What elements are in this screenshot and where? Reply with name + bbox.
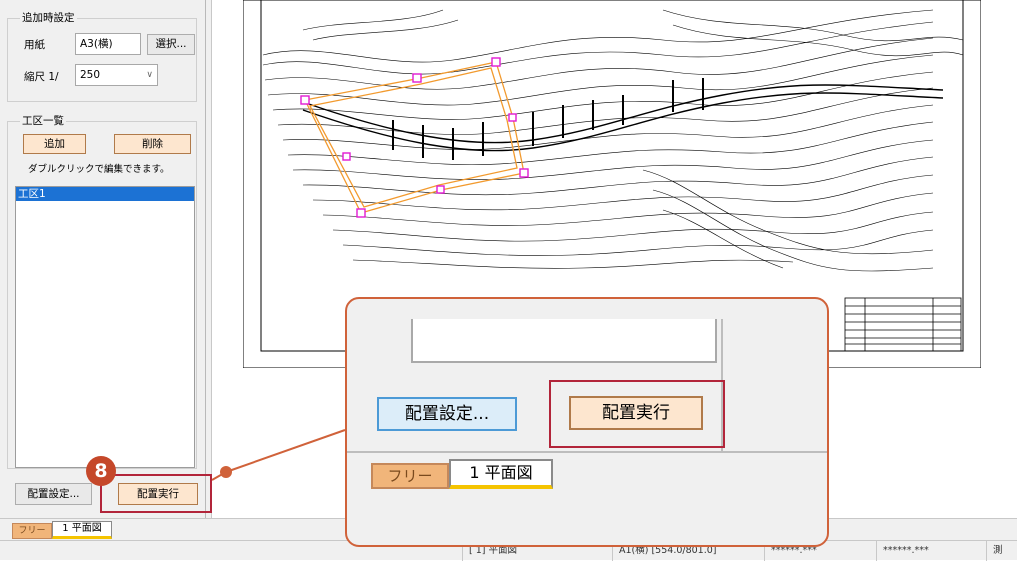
zoom-tab-free[interactable]: フリー	[371, 463, 449, 489]
zoom-tab-plan-view[interactable]: 1 平面図	[449, 459, 553, 489]
paper-select-button[interactable]: 選択...	[147, 34, 195, 55]
tab-plan-view[interactable]: 1 平面図	[52, 521, 112, 539]
step-highlight-box	[100, 474, 212, 513]
add-zone-button[interactable]: 追加	[23, 134, 86, 154]
zoom-layout-settings-button[interactable]: 配置設定...	[377, 397, 517, 431]
zoom-callout: 配置設定... 配置実行 フリー 1 平面図	[345, 297, 829, 547]
zoom-work-zone-list	[411, 319, 717, 363]
delete-zone-button[interactable]: 削除	[114, 134, 191, 154]
chevron-down-icon: ∨	[146, 70, 153, 80]
left-panel: 追加時設定 用紙 A3(横) 選択... 縮尺 1/ 250 ∨ 工区一覧 追加…	[0, 0, 206, 518]
title-block	[844, 297, 962, 352]
zone-vertex-markers	[300, 57, 529, 218]
scale-label: 縮尺 1/	[24, 71, 59, 83]
layout-settings-button[interactable]: 配置設定...	[15, 483, 92, 505]
edit-hint: ダブルクリックで編集できます。	[28, 164, 170, 175]
list-item-zone-1[interactable]: 工区1	[16, 187, 194, 201]
panel-splitter[interactable]	[206, 0, 212, 518]
work-zone-group-title: 工区一覧	[20, 114, 66, 128]
status-coord-y: ******.***	[876, 541, 929, 561]
work-zone-outline	[304, 61, 525, 214]
scale-value: 250	[80, 69, 101, 81]
zoom-layout-execute-button[interactable]: 配置実行	[569, 396, 703, 430]
settings-group-title: 追加時設定	[20, 11, 77, 25]
contour-lines	[262, 9, 964, 272]
settings-group	[7, 18, 197, 102]
zoom-tab-bar: フリー 1 平面図	[347, 451, 827, 511]
step-number-badge: 8	[86, 456, 116, 486]
paper-label: 用紙	[24, 39, 45, 51]
paper-field: A3(横)	[75, 33, 141, 55]
scale-select[interactable]: 250 ∨	[75, 64, 158, 86]
work-zone-list[interactable]: 工区1	[15, 186, 195, 468]
status-mode: 測	[986, 541, 1003, 561]
tab-free[interactable]: フリー	[12, 523, 52, 539]
